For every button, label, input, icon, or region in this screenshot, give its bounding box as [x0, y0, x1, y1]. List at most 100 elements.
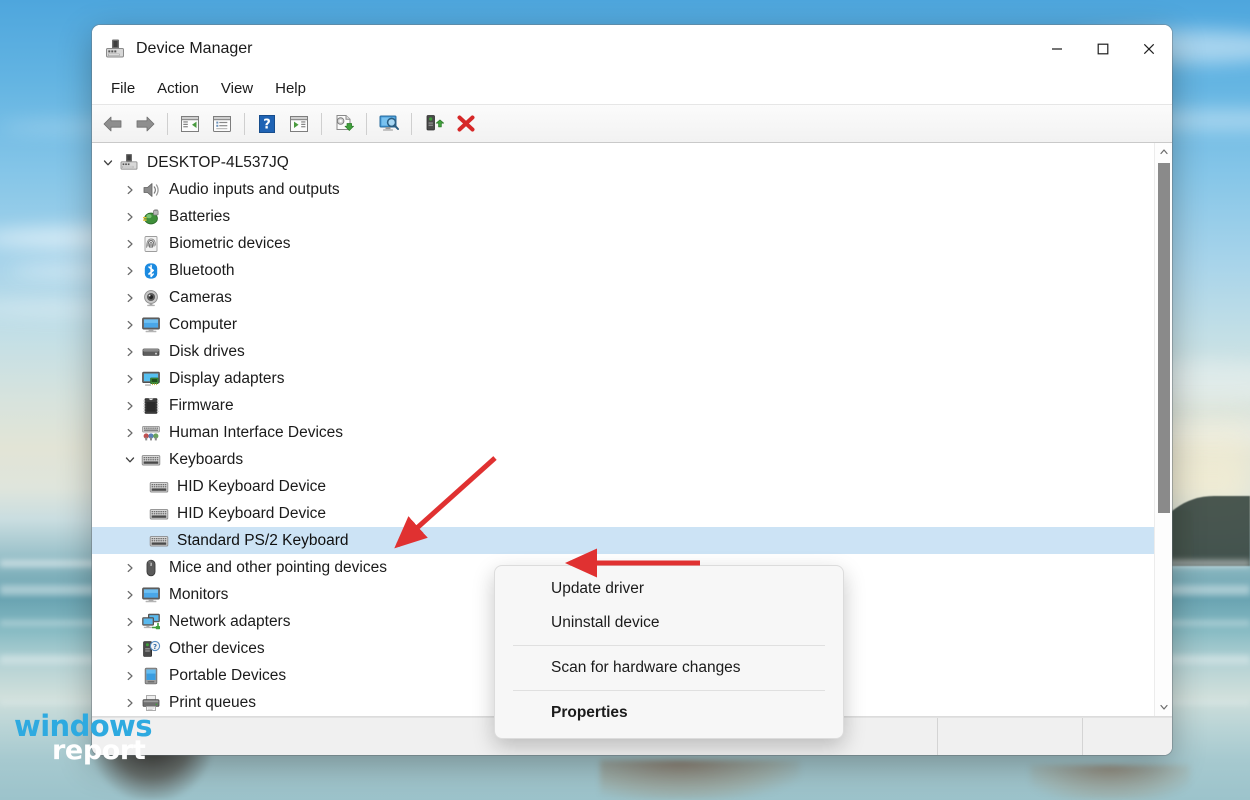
keyboard-icon — [148, 477, 170, 497]
menu-view[interactable]: View — [210, 77, 264, 100]
toolbar-separator — [366, 113, 367, 135]
menu-action[interactable]: Action — [146, 77, 210, 100]
desktop-wallpaper: Device Manager File Action View Help — [0, 0, 1250, 800]
minimize-button[interactable] — [1034, 25, 1080, 73]
tree-item-label: Biometric devices — [169, 235, 290, 253]
device-manager-icon — [104, 38, 126, 60]
chevron-right-icon[interactable] — [120, 563, 140, 573]
context-menu-update-driver[interactable]: Update driver — [495, 572, 843, 606]
tree-item-label: Human Interface Devices — [169, 424, 343, 442]
toolbar: ? — [92, 105, 1172, 143]
close-button[interactable] — [1126, 25, 1172, 73]
tree-item-label: Audio inputs and outputs — [169, 181, 340, 199]
bluetooth-icon — [140, 261, 162, 281]
tree-item-batteries[interactable]: Batteries — [92, 203, 1154, 230]
status-bar-cell — [1082, 718, 1172, 756]
display-adapter-icon — [140, 369, 162, 389]
tree-item-label: Network adapters — [169, 613, 290, 631]
action-pane-button[interactable] — [284, 110, 314, 138]
chevron-right-icon[interactable] — [120, 212, 140, 222]
tree-item-label: HID Keyboard Device — [177, 478, 326, 496]
scrollbar-thumb[interactable] — [1158, 163, 1170, 513]
vertical-scrollbar[interactable] — [1154, 143, 1172, 716]
speaker-icon — [140, 180, 162, 200]
tree-item-label: Display adapters — [169, 370, 284, 388]
chevron-right-icon[interactable] — [120, 698, 140, 708]
tree-item-display-adapters[interactable]: Display adapters — [92, 365, 1154, 392]
chevron-right-icon[interactable] — [120, 374, 140, 384]
menu-bar: File Action View Help — [92, 73, 1172, 105]
tree-item-computer[interactable]: Computer — [92, 311, 1154, 338]
beach-silhouette — [1030, 765, 1190, 800]
keyboard-icon — [148, 531, 170, 551]
tree-item-bluetooth[interactable]: Bluetooth — [92, 257, 1154, 284]
tree-item-biometric-devices[interactable]: Biometric devices — [92, 230, 1154, 257]
chevron-down-icon[interactable] — [120, 455, 140, 465]
monitor-icon — [140, 315, 162, 335]
tree-item-label: Print queues — [169, 694, 256, 712]
disk-drive-icon — [140, 342, 162, 362]
scroll-up-arrow-icon[interactable] — [1155, 143, 1172, 161]
context-menu[interactable]: Update driver Uninstall device Scan for … — [494, 565, 844, 739]
tree-item-standard-ps2-keyboard[interactable]: Standard PS/2 Keyboard — [92, 527, 1154, 554]
chevron-right-icon[interactable] — [120, 590, 140, 600]
chevron-down-icon[interactable] — [98, 158, 118, 168]
menu-file[interactable]: File — [100, 77, 146, 100]
tree-item-firmware[interactable]: Firmware — [92, 392, 1154, 419]
chevron-right-icon[interactable] — [120, 671, 140, 681]
window-title: Device Manager — [136, 40, 253, 58]
chevron-right-icon[interactable] — [120, 266, 140, 276]
tree-item-cameras[interactable]: Cameras — [92, 284, 1154, 311]
help-button[interactable]: ? — [252, 110, 282, 138]
update-driver-button[interactable] — [329, 110, 359, 138]
tree-item-keyboards[interactable]: Keyboards — [92, 446, 1154, 473]
scroll-down-arrow-icon[interactable] — [1155, 698, 1172, 716]
svg-text:?: ? — [263, 117, 271, 132]
context-menu-properties[interactable]: Properties — [495, 696, 843, 730]
tree-item-label: Other devices — [169, 640, 265, 658]
chevron-right-icon[interactable] — [120, 347, 140, 357]
tree-item-label: Monitors — [169, 586, 228, 604]
tree-item-hid-keyboard-device[interactable]: HID Keyboard Device — [92, 473, 1154, 500]
keyboard-icon — [148, 504, 170, 524]
scan-hardware-button[interactable] — [374, 110, 404, 138]
chevron-right-icon[interactable] — [120, 644, 140, 654]
properties-window-button[interactable] — [207, 110, 237, 138]
device-manager-window: Device Manager File Action View Help — [92, 25, 1172, 755]
forward-button[interactable] — [130, 110, 160, 138]
menu-help[interactable]: Help — [264, 77, 317, 100]
back-button[interactable] — [98, 110, 128, 138]
window-controls — [1034, 25, 1172, 73]
context-menu-uninstall-device[interactable]: Uninstall device — [495, 606, 843, 640]
portable-device-icon — [140, 666, 162, 686]
tree-item-root[interactable]: DESKTOP-4L537JQ — [92, 149, 1154, 176]
enable-device-button[interactable] — [419, 110, 449, 138]
chevron-right-icon[interactable] — [120, 185, 140, 195]
chevron-right-icon[interactable] — [120, 617, 140, 627]
keyboard-icon — [140, 450, 162, 470]
tree-item-audio-inputs-and-outputs[interactable]: Audio inputs and outputs — [92, 176, 1154, 203]
console-tree-button[interactable] — [175, 110, 205, 138]
maximize-button[interactable] — [1080, 25, 1126, 73]
chevron-right-icon[interactable] — [120, 401, 140, 411]
battery-icon — [140, 207, 162, 227]
fingerprint-icon — [140, 234, 162, 254]
camera-icon — [140, 288, 162, 308]
chevron-right-icon[interactable] — [120, 320, 140, 330]
svg-text:?: ? — [153, 643, 157, 651]
uninstall-device-button[interactable] — [451, 110, 481, 138]
chevron-right-icon[interactable] — [120, 239, 140, 249]
chevron-right-icon[interactable] — [120, 293, 140, 303]
tree-item-disk-drives[interactable]: Disk drives — [92, 338, 1154, 365]
tree-item-label: Cameras — [169, 289, 232, 307]
window-titlebar: Device Manager — [92, 25, 1172, 73]
tree-item-label: Portable Devices — [169, 667, 286, 685]
context-menu-scan-for-hardware-changes[interactable]: Scan for hardware changes — [495, 651, 843, 685]
tree-item-hid-keyboard-device[interactable]: HID Keyboard Device — [92, 500, 1154, 527]
tree-item-human-interface-devices[interactable]: Human Interface Devices — [92, 419, 1154, 446]
monitor-icon — [140, 585, 162, 605]
tree-item-label: Firmware — [169, 397, 234, 415]
unknown-device-icon: ? — [140, 639, 162, 659]
chevron-right-icon[interactable] — [120, 428, 140, 438]
context-menu-separator — [513, 645, 825, 646]
